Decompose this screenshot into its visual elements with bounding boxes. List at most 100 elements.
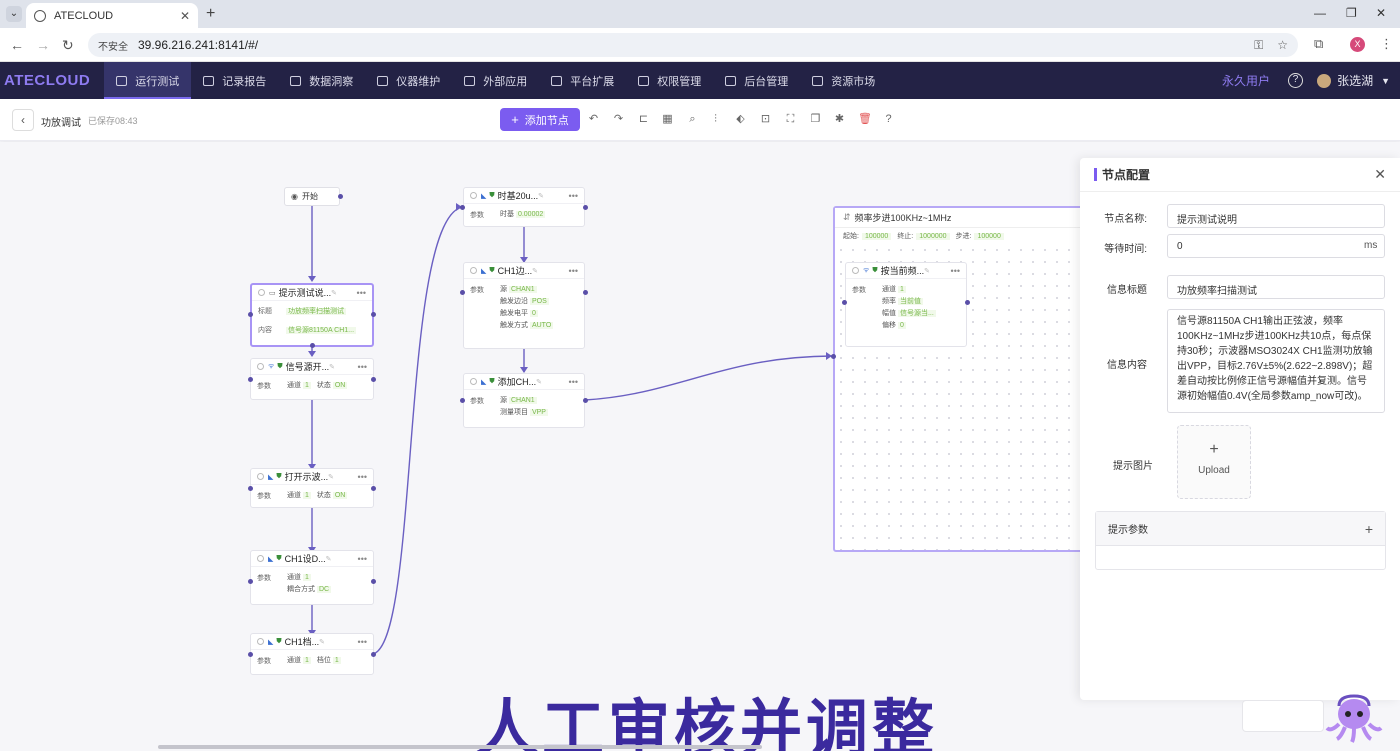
undo-icon[interactable]: ↶ bbox=[587, 113, 600, 126]
profile-avatar[interactable]: X bbox=[1350, 37, 1365, 52]
layout-icon[interactable]: ▦ bbox=[661, 113, 674, 126]
image-upload-button[interactable]: + Upload bbox=[1177, 425, 1251, 499]
node-checkbox[interactable] bbox=[470, 267, 477, 274]
node-name-input[interactable]: 提示测试说明 bbox=[1167, 204, 1385, 228]
bookmark-star-icon[interactable]: ☆ bbox=[1277, 38, 1288, 52]
nav-item-platform-ext[interactable]: 平台扩展 bbox=[539, 62, 626, 99]
output-port[interactable] bbox=[965, 300, 970, 305]
extensions-icon[interactable]: ⧉ bbox=[1314, 36, 1323, 52]
pin-icon[interactable]: ✎ bbox=[538, 192, 544, 200]
node-ch1-scale[interactable]: ◣ ⛊ CH1档... ✎ ••• 参数 通道 1 档位 1 bbox=[250, 633, 374, 675]
nav-item-insights[interactable]: 数据洞察 bbox=[278, 62, 365, 99]
octopus-assistant-icon[interactable] bbox=[1323, 692, 1385, 744]
nav-item-admin[interactable]: 后台管理 bbox=[713, 62, 800, 99]
nav-item-run-test[interactable]: 运行测试 bbox=[104, 62, 192, 99]
node-checkbox[interactable] bbox=[470, 192, 477, 199]
node-prompt-test[interactable]: ▭ 提示测试说... ✎ ••• 标题 功放频率扫描测试 内容 信号源81150A CH1… bbox=[250, 283, 374, 347]
output-port[interactable] bbox=[371, 377, 376, 382]
output-port[interactable] bbox=[583, 205, 588, 210]
pin-icon[interactable]: ✎ bbox=[329, 363, 335, 371]
input-port[interactable] bbox=[831, 354, 836, 359]
more-icon[interactable]: ••• bbox=[358, 472, 367, 482]
start-node[interactable]: ◉ 开始 bbox=[284, 187, 340, 206]
search-icon[interactable]: ⌕ bbox=[686, 113, 699, 126]
user-name[interactable]: 张选湖 bbox=[1337, 72, 1373, 89]
help-circle-icon[interactable]: ? bbox=[882, 113, 895, 126]
output-port[interactable] bbox=[371, 579, 376, 584]
output-port[interactable] bbox=[310, 343, 315, 348]
reload-icon[interactable]: ↻ bbox=[62, 37, 74, 54]
fullscreen-icon[interactable]: ⛶ bbox=[784, 113, 797, 126]
license-badge[interactable]: 永久用户 bbox=[1222, 72, 1270, 89]
add-param-plus-icon[interactable]: + bbox=[1365, 521, 1373, 537]
close-icon[interactable]: ✕ bbox=[1374, 166, 1386, 183]
security-warning-label[interactable]: 不安全 bbox=[98, 38, 128, 53]
tag-icon[interactable]: ⬖ bbox=[734, 113, 747, 126]
more-icon[interactable]: ••• bbox=[951, 266, 960, 276]
node-siggen-on[interactable]: ᯤ ⛊ 信号源开... ✎ ••• 参数 通道 1 状态 ON bbox=[250, 358, 374, 400]
key-icon[interactable]: ⚿ bbox=[1254, 38, 1263, 53]
browser-menu-icon[interactable]: ⋮ bbox=[1380, 36, 1393, 52]
output-port[interactable] bbox=[371, 486, 376, 491]
copy-icon[interactable]: ❐ bbox=[809, 113, 822, 126]
node-checkbox[interactable] bbox=[257, 555, 264, 562]
node-checkbox[interactable] bbox=[470, 378, 477, 385]
url-input[interactable]: 不安全 39.96.216.241:8141/#/ ⚿ ☆ bbox=[88, 33, 1298, 57]
variables-icon[interactable]: ⫶ bbox=[709, 113, 722, 126]
window-close-icon[interactable]: ✕ bbox=[1376, 6, 1386, 20]
brand-logo[interactable]: ATECLOUD bbox=[4, 72, 90, 89]
output-port[interactable] bbox=[371, 312, 376, 317]
nav-item-instruments[interactable]: 仪器维护 bbox=[365, 62, 452, 99]
output-port[interactable] bbox=[338, 194, 343, 199]
input-port[interactable] bbox=[248, 312, 253, 317]
export-icon[interactable]: ⊡ bbox=[759, 113, 772, 126]
help-icon[interactable]: ? bbox=[1288, 73, 1304, 88]
node-checkbox[interactable] bbox=[257, 473, 264, 480]
input-port[interactable] bbox=[460, 290, 465, 295]
more-icon[interactable]: ••• bbox=[569, 377, 578, 387]
close-tab-icon[interactable]: ✕ bbox=[180, 9, 190, 23]
assistant-bubble[interactable] bbox=[1242, 700, 1324, 732]
input-port[interactable] bbox=[248, 579, 253, 584]
output-port[interactable] bbox=[583, 398, 588, 403]
message-title-input[interactable]: 功放频率扫描测试 bbox=[1167, 275, 1385, 299]
pin-icon[interactable]: ✎ bbox=[326, 555, 332, 563]
input-port[interactable] bbox=[248, 377, 253, 382]
pin-icon[interactable]: ✎ bbox=[924, 267, 930, 275]
new-tab-icon[interactable]: + bbox=[206, 5, 215, 23]
add-node-button[interactable]: + 添加节点 bbox=[500, 108, 580, 131]
pin-icon[interactable]: ✎ bbox=[536, 378, 542, 386]
forward-arrow-icon[interactable]: → bbox=[36, 37, 50, 53]
nav-item-external-apps[interactable]: 外部应用 bbox=[452, 62, 539, 99]
nav-item-marketplace[interactable]: 资源市场 bbox=[800, 62, 887, 99]
node-ch1-trigger[interactable]: ◣ ⛊ CH1边... ✎ ••• 参数 源 CHAN1 触发边沿 POS 触发电平 0… bbox=[463, 262, 585, 349]
more-icon[interactable]: ••• bbox=[569, 266, 578, 276]
back-arrow-icon[interactable]: ← bbox=[10, 37, 24, 53]
chevron-down-icon[interactable]: ▼ bbox=[1381, 76, 1390, 86]
wait-time-input[interactable]: 0 bbox=[1167, 234, 1385, 258]
message-content-textarea[interactable]: 信号源81150A CH1输出正弦波，频率100KHz~1MHz步进100KHz… bbox=[1167, 309, 1385, 413]
node-ch1-coupling[interactable]: ◣ ⛊ CH1设D... ✎ ••• 参数 通道 1 耦合方式 DC bbox=[250, 550, 374, 605]
more-icon[interactable]: ••• bbox=[358, 637, 367, 647]
node-timebase[interactable]: ◣ ⛊ 时基20u... ✎ ••• 参数 时基 0.00002 bbox=[463, 187, 585, 227]
input-port[interactable] bbox=[460, 398, 465, 403]
more-icon[interactable]: ••• bbox=[569, 191, 578, 201]
output-port[interactable] bbox=[583, 290, 588, 295]
input-port[interactable] bbox=[248, 486, 253, 491]
minimize-icon[interactable]: — bbox=[1314, 6, 1326, 20]
nav-item-reports[interactable]: 记录报告 bbox=[191, 62, 278, 99]
browser-tab[interactable]: ATECLOUD ✕ bbox=[26, 3, 198, 28]
input-port[interactable] bbox=[248, 652, 253, 657]
node-scope-on[interactable]: ◣ ⛊ 打开示波... ✎ ••• 参数 通道 1 状态 ON bbox=[250, 468, 374, 508]
branch-icon[interactable]: ⊏ bbox=[637, 113, 650, 126]
output-port[interactable] bbox=[371, 652, 376, 657]
input-port[interactable] bbox=[460, 205, 465, 210]
more-icon[interactable]: ••• bbox=[357, 288, 366, 298]
node-checkbox[interactable] bbox=[258, 289, 265, 296]
pin-icon[interactable]: ✎ bbox=[319, 638, 325, 646]
restore-icon[interactable]: ❐ bbox=[1346, 6, 1357, 20]
node-add-measurement[interactable]: ◣ ⛊ 添加CH... ✎ ••• 参数 源 CHAN1 测量项目 VPP bbox=[463, 373, 585, 428]
more-icon[interactable]: ••• bbox=[358, 554, 367, 564]
input-port[interactable] bbox=[842, 300, 847, 305]
canvas-horizontal-scrollbar[interactable] bbox=[158, 745, 762, 749]
